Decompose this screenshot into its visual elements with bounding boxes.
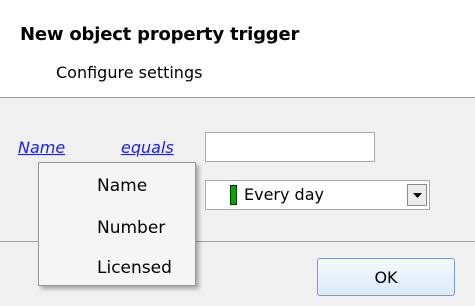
schedule-select[interactable]: Every day — [205, 180, 430, 210]
schedule-dropdown-button[interactable] — [407, 184, 427, 206]
chevron-down-icon — [413, 193, 422, 198]
schedule-color-swatch — [230, 185, 237, 205]
menu-item-name[interactable]: Name — [39, 171, 195, 203]
menu-item-licensed[interactable]: Licensed — [39, 253, 195, 285]
property-value-input[interactable] — [205, 132, 375, 162]
ok-button[interactable]: OK — [317, 258, 455, 296]
schedule-selected-value: Every day — [244, 185, 324, 204]
operator-equals-link[interactable]: equals — [121, 138, 174, 157]
menu-item-label: Licensed — [97, 258, 172, 278]
property-context-menu: Name Number Licensed — [38, 162, 196, 286]
dialog-subtitle: Configure settings — [56, 63, 203, 82]
menu-item-label: Name — [97, 176, 148, 196]
menu-item-label: Number — [97, 218, 166, 238]
dialog-header: New object property trigger Configure se… — [0, 0, 475, 98]
menu-item-number[interactable]: Number — [39, 213, 195, 245]
property-name-link[interactable]: Name — [18, 138, 65, 157]
dialog-title: New object property trigger — [20, 24, 300, 45]
